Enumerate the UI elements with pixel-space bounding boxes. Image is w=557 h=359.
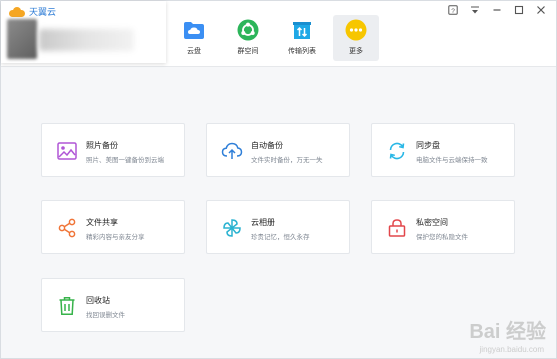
app-window: 天翼云 云盘 群空间 传输列表 更多 ? 照片备份 照片、美图一键备份到云端 自… xyxy=(0,0,557,359)
avatar[interactable] xyxy=(7,19,37,59)
card-desc: 精彩内容与亲友分享 xyxy=(86,234,145,241)
more-icon xyxy=(345,19,367,41)
window-controls: ? xyxy=(440,4,550,16)
maximize-icon[interactable] xyxy=(510,4,528,16)
card-title: 私密空间 xyxy=(416,218,448,227)
card-auto-backup[interactable]: 自动备份 文件实时备份，万无一失 xyxy=(206,123,350,177)
card-desc: 保护您的私隐文件 xyxy=(416,234,468,241)
cloud-upload-icon xyxy=(221,140,243,162)
message-icon[interactable]: ? xyxy=(444,4,462,16)
card-file-sharing[interactable]: 文件共享 精彩内容与亲友分享 xyxy=(41,200,185,254)
card-desc: 文件实时备份，万无一失 xyxy=(251,157,323,164)
share-icon xyxy=(56,217,78,239)
lock-icon xyxy=(386,217,408,239)
nav-label: 传输列表 xyxy=(288,48,316,55)
minimize-icon[interactable] xyxy=(488,4,506,16)
nav-cloud-disk[interactable]: 云盘 xyxy=(171,15,217,61)
card-title: 回收站 xyxy=(86,296,110,305)
svg-text:?: ? xyxy=(451,8,455,15)
card-desc: 珍贵记忆，恒久永存 xyxy=(251,234,310,241)
card-title: 同步盘 xyxy=(416,141,440,150)
user-name-blurred xyxy=(39,29,134,51)
app-name: 天翼云 xyxy=(29,7,57,17)
card-recycle-bin[interactable]: 回收站 找回误删文件 xyxy=(41,278,185,332)
nav-transfer-list[interactable]: 传输列表 xyxy=(279,15,325,61)
card-title: 文件共享 xyxy=(86,218,118,227)
card-sync-disk[interactable]: 同步盘 电脑文件与云端保持一致 xyxy=(371,123,515,177)
card-title: 自动备份 xyxy=(251,141,283,150)
card-cloud-album[interactable]: 云相册 珍贵记忆，恒久永存 xyxy=(206,200,350,254)
photo-icon xyxy=(56,140,78,162)
card-desc: 找回误删文件 xyxy=(86,312,125,319)
user-panel[interactable]: 天翼云 xyxy=(1,1,166,63)
watermark: Bai 经验 xyxy=(469,321,546,343)
nav-label: 群空间 xyxy=(237,48,259,55)
header: 天翼云 云盘 群空间 传输列表 更多 ? xyxy=(1,1,556,67)
brand-cloud-icon xyxy=(9,6,25,17)
transfer-list-icon xyxy=(291,19,313,41)
menu-dropdown-icon[interactable] xyxy=(466,4,484,16)
card-title: 云相册 xyxy=(251,218,275,227)
nav-group-space[interactable]: 群空间 xyxy=(225,15,271,61)
card-desc: 电脑文件与云端保持一致 xyxy=(416,157,488,164)
sync-icon xyxy=(386,140,408,162)
cloud-folder-icon xyxy=(183,19,205,41)
card-private-space[interactable]: 私密空间 保护您的私隐文件 xyxy=(371,200,515,254)
card-photo-backup[interactable]: 照片备份 照片、美图一键备份到云端 xyxy=(41,123,185,177)
group-space-icon xyxy=(237,19,259,41)
close-icon[interactable] xyxy=(532,4,550,16)
pinwheel-icon xyxy=(221,217,243,239)
watermark-url: jingyan.baidu.com xyxy=(479,345,544,354)
main-nav: 云盘 群空间 传输列表 更多 xyxy=(171,15,387,61)
card-desc: 照片、美图一键备份到云端 xyxy=(86,157,164,164)
card-title: 照片备份 xyxy=(86,141,118,150)
nav-label: 云盘 xyxy=(187,48,201,55)
brand: 天翼云 xyxy=(9,5,56,18)
trash-icon xyxy=(56,295,78,317)
nav-more[interactable]: 更多 xyxy=(333,15,379,61)
nav-label: 更多 xyxy=(349,48,363,55)
